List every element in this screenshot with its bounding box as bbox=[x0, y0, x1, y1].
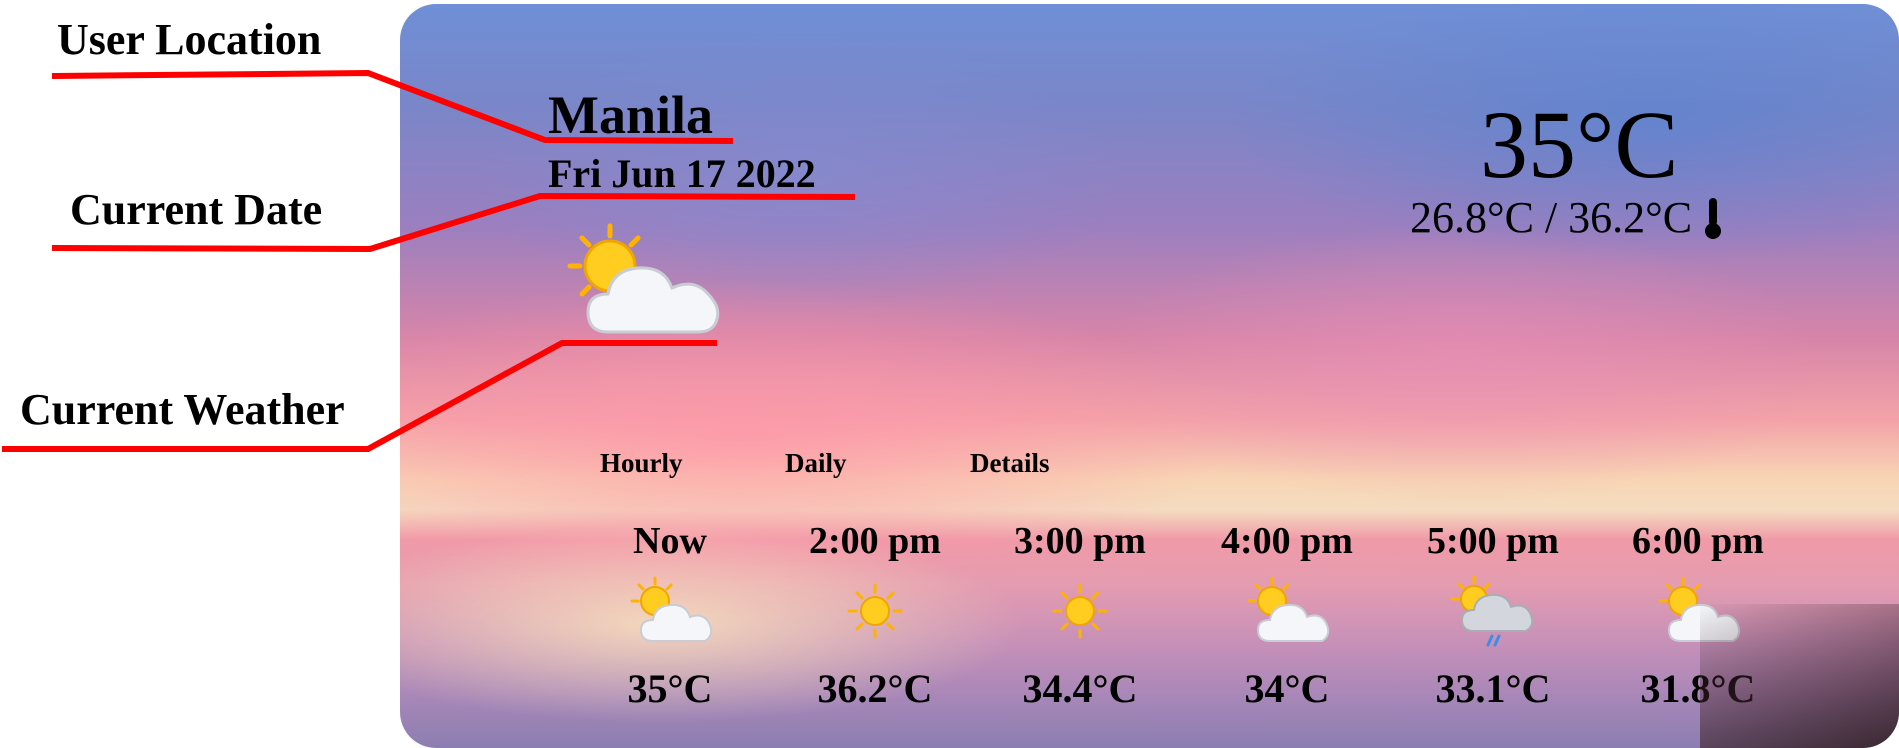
sun-icon bbox=[1052, 583, 1108, 639]
forecast-item: Now 35°C bbox=[565, 519, 775, 712]
current-date: Fri Jun 17 2022 bbox=[548, 151, 816, 196]
tab-daily[interactable]: Daily bbox=[785, 448, 970, 479]
hourly-forecast: Now 35°C 2:00 pm 36.2°C 3:00 pm 34.4°C 4… bbox=[565, 519, 1803, 719]
city-name: Manila bbox=[548, 85, 714, 145]
forecast-item: 3:00 pm 34.4°C bbox=[975, 519, 1185, 712]
forecast-temp: 33.1°C bbox=[1435, 666, 1551, 711]
thermometer-icon bbox=[1705, 197, 1722, 239]
sun-behind-cloud-icon bbox=[630, 576, 713, 642]
tab-hourly[interactable]: Hourly bbox=[600, 448, 785, 479]
forecast-temp: 31.8°C bbox=[1640, 666, 1756, 711]
forecast-time: 3:00 pm bbox=[1014, 520, 1146, 562]
temperature-range-text: 26.8°C / 36.2°C bbox=[1410, 193, 1693, 242]
forecast-time: 4:00 pm bbox=[1221, 520, 1353, 562]
forecast-temp: 34.4°C bbox=[1022, 666, 1138, 711]
weather-card: Manila Fri Jun 17 2022 35°C 26.8°C / 36.… bbox=[400, 4, 1899, 748]
sun-behind-rain-cloud-icon bbox=[1450, 575, 1534, 647]
sun-icon bbox=[847, 583, 903, 639]
forecast-tabs: Hourly Daily Details bbox=[600, 448, 1155, 479]
forecast-item: 6:00 pm 31.8°C bbox=[1593, 519, 1803, 712]
forecast-temp: 36.2°C bbox=[817, 666, 933, 711]
forecast-item: 4:00 pm 34°C bbox=[1182, 519, 1392, 712]
annotation-user-location: User Location bbox=[57, 15, 322, 64]
tab-details[interactable]: Details bbox=[970, 448, 1155, 479]
current-temperature: 35°C bbox=[1480, 91, 1679, 198]
forecast-temp: 34°C bbox=[1244, 666, 1330, 711]
forecast-time: Now bbox=[633, 520, 707, 562]
forecast-item: 5:00 pm 33.1°C bbox=[1388, 519, 1598, 712]
sun-behind-cloud-icon bbox=[1658, 576, 1741, 642]
forecast-temp: 35°C bbox=[627, 666, 713, 711]
sun-behind-cloud-icon bbox=[1247, 576, 1330, 642]
annotation-current-weather: Current Weather bbox=[20, 385, 345, 434]
temperature-range: 26.8°C / 36.2°C bbox=[1410, 192, 1724, 243]
forecast-time: 2:00 pm bbox=[809, 520, 941, 562]
forecast-item: 2:00 pm 36.2°C bbox=[770, 519, 980, 712]
forecast-time: 6:00 pm bbox=[1632, 520, 1764, 562]
annotation-current-date: Current Date bbox=[70, 185, 323, 234]
sun-behind-cloud-icon bbox=[567, 223, 720, 334]
forecast-time: 5:00 pm bbox=[1427, 520, 1559, 562]
